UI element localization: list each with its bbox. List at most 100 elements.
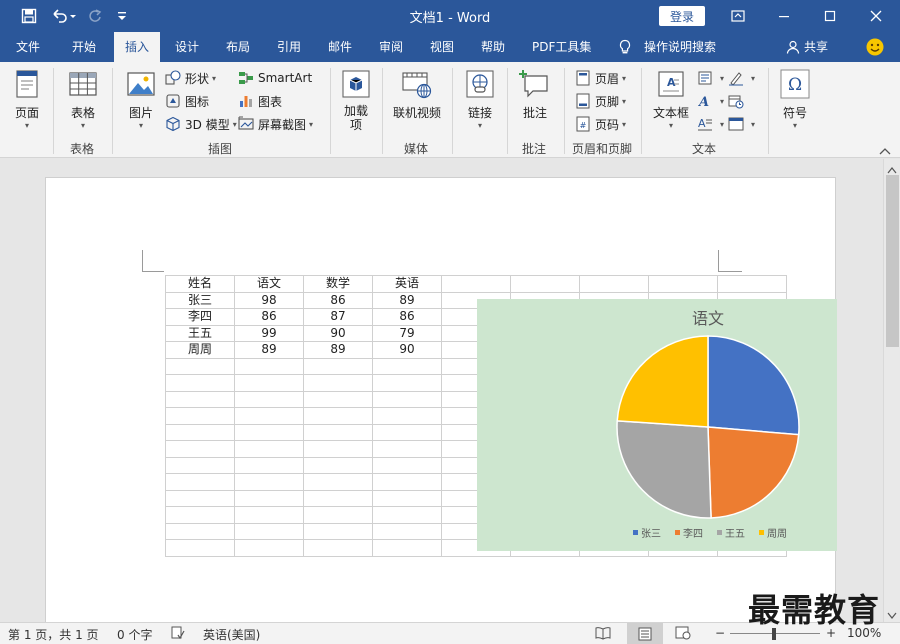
table-cell[interactable]: [234, 489, 304, 507]
scroll-thumb[interactable]: [886, 175, 899, 347]
table-cell[interactable]: [234, 407, 304, 425]
signature-line-button[interactable]: ▾: [728, 68, 755, 88]
table-cell[interactable]: 89: [303, 341, 373, 359]
table-cell[interactable]: [303, 522, 373, 540]
table-cell[interactable]: [441, 275, 511, 293]
table-cell[interactable]: [234, 390, 304, 408]
table-cell[interactable]: [303, 456, 373, 474]
table-cell[interactable]: [372, 407, 442, 425]
header-button[interactable]: 页眉 ▾: [575, 68, 626, 88]
table-cell[interactable]: 86: [234, 308, 304, 326]
table-cell[interactable]: 89: [372, 291, 442, 309]
maximize-icon[interactable]: [807, 0, 853, 32]
smartart-button[interactable]: SmartArt: [238, 68, 312, 88]
tab-mailings[interactable]: 邮件: [324, 32, 356, 62]
tab-help[interactable]: 帮助: [477, 32, 509, 62]
table-cell[interactable]: [372, 539, 442, 557]
web-layout-icon[interactable]: [675, 626, 691, 643]
table-cell[interactable]: [234, 456, 304, 474]
table-cell[interactable]: [717, 275, 787, 293]
table-cell[interactable]: [234, 374, 304, 392]
table-cell[interactable]: [165, 390, 235, 408]
table-cell[interactable]: [234, 473, 304, 491]
chart-button[interactable]: 图表: [238, 91, 282, 111]
table-cell[interactable]: [303, 539, 373, 557]
table-cell[interactable]: [165, 473, 235, 491]
table-cell[interactable]: 86: [303, 291, 373, 309]
table-cell[interactable]: [303, 440, 373, 458]
online-video-button[interactable]: 联机视频: [389, 68, 445, 121]
table-cell[interactable]: [372, 456, 442, 474]
table-cell[interactable]: [303, 357, 373, 375]
screenshot-button[interactable]: 屏幕截图 ▾: [238, 114, 313, 134]
table-cell[interactable]: [165, 489, 235, 507]
table-cell[interactable]: 90: [303, 324, 373, 342]
pie-chart[interactable]: 语文 张三 李四 王五 周周: [477, 299, 837, 551]
table-cell[interactable]: [165, 374, 235, 392]
tab-design[interactable]: 设计: [171, 32, 203, 62]
table-cell[interactable]: 99: [234, 324, 304, 342]
undo-icon[interactable]: [48, 6, 80, 26]
3d-models-button[interactable]: 3D 模型 ▾: [165, 114, 237, 134]
tab-insert[interactable]: 插入: [114, 32, 160, 62]
close-icon[interactable]: [853, 0, 899, 32]
save-icon[interactable]: [18, 6, 40, 26]
table-cell[interactable]: 周周: [165, 341, 235, 359]
customize-toolbar-icon[interactable]: [114, 6, 130, 26]
table-cell[interactable]: 98: [234, 291, 304, 309]
table-cell[interactable]: 王五: [165, 324, 235, 342]
table-cell[interactable]: [234, 522, 304, 540]
table-cell[interactable]: [303, 473, 373, 491]
tab-file[interactable]: 文件: [12, 32, 44, 62]
table-cell[interactable]: 90: [372, 341, 442, 359]
table-cell[interactable]: [165, 407, 235, 425]
table-cell[interactable]: 语文: [234, 275, 304, 293]
tell-me-search[interactable]: 操作说明搜索: [614, 32, 720, 62]
proofing-icon[interactable]: [171, 626, 185, 643]
object-button[interactable]: ▾: [728, 114, 755, 134]
redo-icon[interactable]: [84, 6, 106, 26]
wordart-button[interactable]: A ▾: [697, 91, 724, 111]
table-cell[interactable]: [165, 522, 235, 540]
table-cell[interactable]: [234, 357, 304, 375]
login-button[interactable]: 登录: [659, 6, 705, 26]
table-cell[interactable]: [372, 489, 442, 507]
smiley-icon[interactable]: [866, 38, 884, 59]
drop-cap-button[interactable]: A ▾: [697, 114, 724, 134]
table-cell[interactable]: [303, 407, 373, 425]
print-layout-icon[interactable]: [627, 623, 663, 644]
vertical-scrollbar[interactable]: [883, 159, 900, 622]
language-indicator[interactable]: 英语(美国): [203, 626, 260, 643]
minimize-icon[interactable]: [761, 0, 807, 32]
table-cell[interactable]: 张三: [165, 291, 235, 309]
read-mode-icon[interactable]: [595, 626, 611, 643]
table-cell[interactable]: [372, 357, 442, 375]
table-cell[interactable]: [234, 423, 304, 441]
table-cell[interactable]: 姓名: [165, 275, 235, 293]
table-cell[interactable]: 英语: [372, 275, 442, 293]
symbol-button[interactable]: Ω 符号 ▾: [778, 68, 812, 131]
icons-button[interactable]: 图标: [165, 91, 209, 111]
table-cell[interactable]: 数学: [303, 275, 373, 293]
links-button[interactable]: 链接 ▾: [462, 68, 498, 131]
addins-button[interactable]: 加载 项: [338, 68, 374, 132]
table-cell[interactable]: 李四: [165, 308, 235, 326]
table-cell[interactable]: [165, 506, 235, 524]
pie-slice-1[interactable]: [707, 426, 800, 519]
table-cell[interactable]: [372, 522, 442, 540]
tab-review[interactable]: 审阅: [375, 32, 407, 62]
table-cell[interactable]: 87: [303, 308, 373, 326]
table-cell[interactable]: [372, 440, 442, 458]
table-cell[interactable]: [234, 506, 304, 524]
page-number-button[interactable]: # 页码 ▾: [575, 114, 626, 134]
table-cell[interactable]: [165, 539, 235, 557]
document-page[interactable]: 姓名 语文 数学 英语 张三 98 86 89 李四 86 87 86 王五 99 90 79 周周 89 89 90…: [45, 177, 837, 622]
table-cell[interactable]: [372, 374, 442, 392]
ribbon-display-options-icon[interactable]: [715, 0, 761, 32]
table-button[interactable]: 表格 ▾: [64, 68, 102, 131]
table-cell[interactable]: [303, 423, 373, 441]
collapse-ribbon-icon[interactable]: [879, 144, 891, 158]
quick-parts-button[interactable]: ▾: [697, 68, 724, 88]
table-cell[interactable]: [303, 489, 373, 507]
text-box-button[interactable]: A 文本框 ▾: [650, 68, 692, 131]
